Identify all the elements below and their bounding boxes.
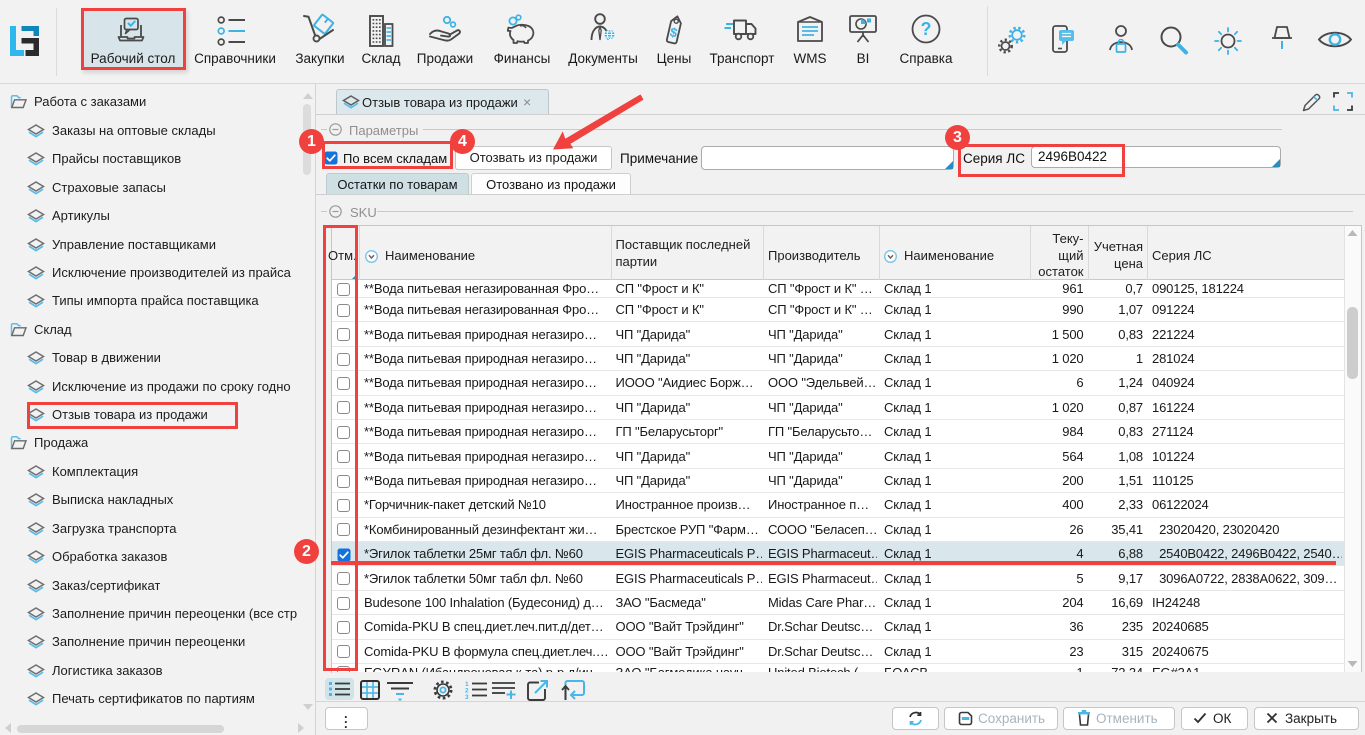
svg-text:3: 3 xyxy=(465,694,469,699)
svg-text:?: ? xyxy=(921,19,932,39)
